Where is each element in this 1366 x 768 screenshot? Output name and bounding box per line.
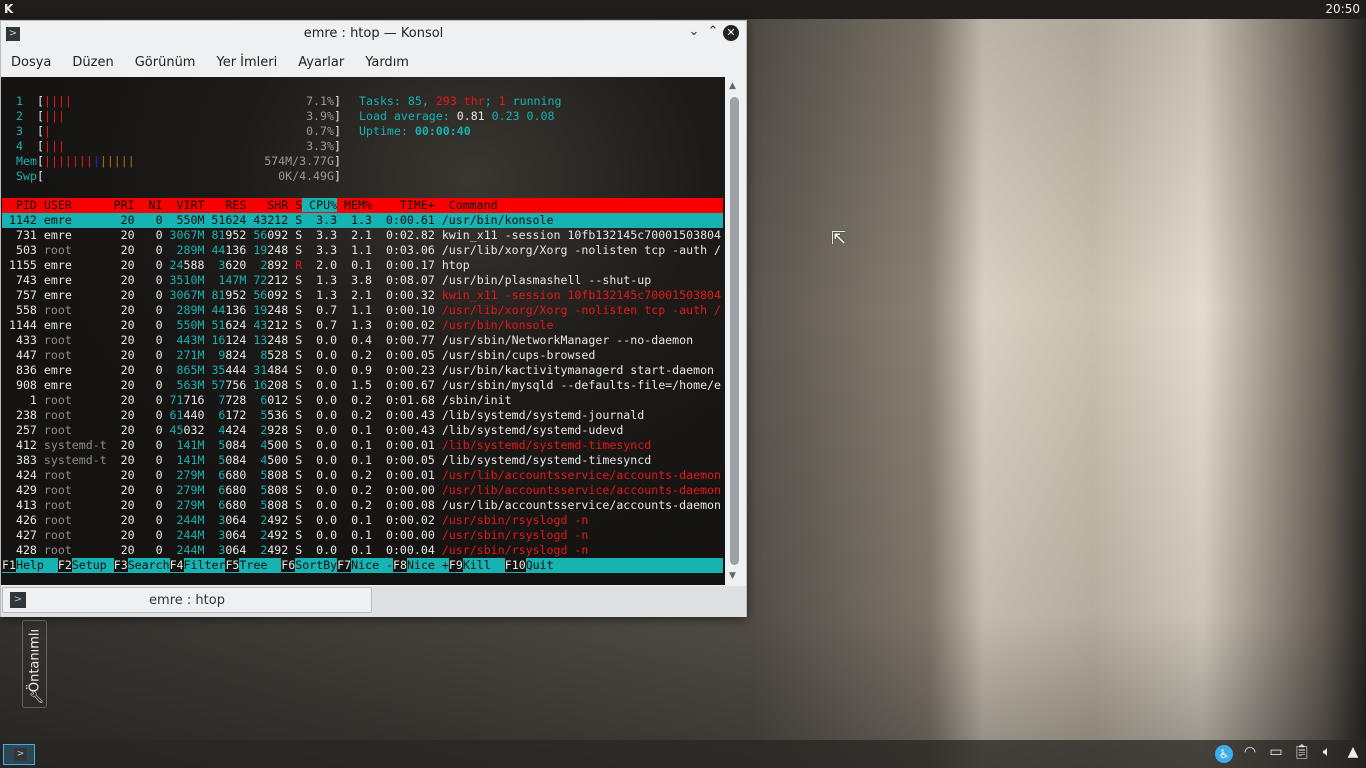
fkey-f6[interactable]: F6SortBy — [281, 558, 337, 572]
clipboard-icon[interactable]: 📋︎ — [1291, 744, 1313, 760]
scrollbar-thumb[interactable] — [730, 97, 739, 565]
minimize-icon[interactable]: ⌄ — [685, 24, 703, 39]
process-row[interactable]: 427 root 20 0 244M 3064 2492 S 0.0 0.1 0… — [2, 528, 723, 543]
maximize-icon[interactable]: ⌃ — [704, 24, 722, 39]
top-panel: K 20:50 — [0, 0, 1366, 19]
activity-label: Öntanımlı — [27, 628, 43, 693]
menu-dosya[interactable]: Dosya — [11, 55, 51, 70]
process-row[interactable]: 731 emre 20 0 3067M 81952 56092 S 3.3 2.… — [2, 228, 723, 243]
wifi-icon[interactable]: ◠ — [1239, 744, 1261, 760]
process-row[interactable]: 257 root 20 0 45032 4424 2928 S 0.0 0.1 … — [2, 423, 723, 438]
battery-icon[interactable]: ▭ — [1265, 744, 1287, 760]
process-row[interactable]: 1 root 20 0 71716 7728 6012 S 0.0 0.2 0:… — [2, 393, 723, 408]
process-row[interactable]: 429 root 20 0 279M 6680 5808 S 0.0 0.2 0… — [2, 483, 723, 498]
uptime-line: Uptime: 00:00:40 — [359, 124, 471, 138]
process-row[interactable]: 558 root 20 0 289M 44136 19248 S 0.7 1.1… — [2, 303, 723, 318]
wrench-icon[interactable]: 🔧︎ — [29, 690, 44, 704]
process-row[interactable]: 424 root 20 0 279M 6680 5808 S 0.0 0.2 0… — [2, 468, 723, 483]
fkey-f9[interactable]: F9Kill — [448, 558, 505, 572]
fkey-f3[interactable]: F3Search — [113, 558, 170, 572]
window-title: emre : htop — Konsol — [303, 26, 444, 41]
title-bar[interactable]: > emre : htop — Konsol ⌄ ⌃ ✕ — [1, 21, 746, 47]
load-average-line: Load average: 0.81 0.23 0.08 — [359, 109, 555, 123]
scroll-down-icon[interactable]: ▼ — [729, 571, 736, 581]
volume-icon[interactable]: 🔈︎ — [1316, 744, 1338, 760]
desktop-toolbox[interactable]: Öntanımlı 🔧︎ — [22, 620, 47, 708]
process-row[interactable]: 428 root 20 0 244M 3064 2492 S 0.0 0.1 0… — [2, 543, 723, 558]
process-row[interactable]: 1144 emre 20 0 550M 51624 43212 S 0.7 1.… — [2, 318, 723, 333]
konsole-window: > emre : htop — Konsol ⌄ ⌃ ✕ Dosya Düzen… — [0, 20, 747, 617]
process-row[interactable]: 757 emre 20 0 3067M 81952 56092 S 1.3 2.… — [2, 288, 723, 303]
fkey-f5[interactable]: F5Tree — [225, 558, 281, 572]
accessibility-icon[interactable]: ♿︎ — [1215, 745, 1233, 763]
column-header[interactable]: PID USER PRI NI VIRT RES SHR S CPU% MEM%… — [2, 198, 723, 213]
terminal-icon: > — [14, 748, 27, 761]
process-row[interactable]: 383 systemd-t 20 0 141M 5084 4500 S 0.0 … — [2, 453, 723, 468]
swap-meter: Swp[0K/4.49G] — [16, 169, 341, 183]
process-row[interactable]: 413 root 20 0 279M 6680 5808 S 0.0 0.2 0… — [2, 498, 723, 513]
cpu-meter-4: 4 [||| 3.3%] — [16, 139, 341, 153]
function-key-bar: F1Help F2Setup F3SearchF4FilterF5Tree F6… — [2, 558, 723, 573]
menu-yardim[interactable]: Yardım — [365, 55, 409, 70]
close-icon[interactable]: ✕ — [723, 25, 739, 41]
process-row[interactable]: 743 emre 20 0 3510M 147M 72212 S 1.3 3.8… — [2, 273, 723, 288]
process-row[interactable]: 447 root 20 0 271M 9824 8528 S 0.0 0.2 0… — [2, 348, 723, 363]
memory-meter: Mem [||||||||||||| 574M/3.77G] — [16, 154, 341, 168]
clock[interactable]: 20:50 — [1325, 2, 1360, 16]
fkey-f10[interactable]: F10Quit — [504, 558, 554, 572]
menu-bar: Dosya Düzen Görünüm Yer İmleri Ayarlar Y… — [1, 47, 746, 77]
terminal[interactable]: 1 [|||| 7.1%] 2 [||| 3.9%] 3 [| 0.7%] 4 [||| 3.3%] M… — [1, 77, 725, 585]
konsole-task-button[interactable]: > — [3, 744, 35, 765]
process-row[interactable]: 908 emre 20 0 563M 57756 16208 S 0.0 1.5… — [2, 378, 723, 393]
process-row[interactable]: 1155 emre 20 0 24588 3620 2892 R 2.0 0.1… — [2, 258, 723, 273]
process-row[interactable]: 433 root 20 0 443M 16124 13248 S 0.0 0.4… — [2, 333, 723, 348]
cpu-meter-1: 1 [|||| 7.1%] — [16, 94, 341, 108]
mouse-cursor-icon: ⇱ — [831, 228, 847, 249]
fkey-f1[interactable]: F1Help — [2, 558, 58, 572]
menu-yer-imleri[interactable]: Yer İmleri — [216, 55, 277, 70]
fkey-f2[interactable]: F2Setup — [57, 558, 114, 572]
kde-logo-icon[interactable]: K — [4, 2, 13, 16]
tab-emre-htop[interactable]: > emre : htop — [2, 587, 372, 613]
process-row[interactable]: 1142 emre 20 0 550M 51624 43212 S 3.3 1.… — [2, 213, 723, 228]
tab-bar: > emre : htop — [1, 586, 746, 617]
menu-duzen[interactable]: Düzen — [72, 55, 113, 70]
cpu-meter-3: 3 [| 0.7%] — [16, 124, 341, 138]
expand-tray-icon[interactable]: ▲ — [1342, 744, 1364, 760]
menu-ayarlar[interactable]: Ayarlar — [298, 55, 344, 70]
fkey-f4[interactable]: F4Filter — [169, 558, 225, 572]
tasks-line: Tasks: 85, 293 thr; 1 running — [359, 94, 562, 108]
tab-label: emre : htop — [149, 593, 225, 608]
scroll-up-icon[interactable]: ▲ — [729, 81, 736, 91]
process-row[interactable]: 238 root 20 0 61440 6172 5536 S 0.0 0.2 … — [2, 408, 723, 423]
fkey-f7[interactable]: F7Nice - — [337, 558, 393, 572]
menu-gorunum[interactable]: Görünüm — [135, 55, 196, 70]
process-row[interactable]: 426 root 20 0 244M 3064 2492 S 0.0 0.1 0… — [2, 513, 723, 528]
cpu-meter-2: 2 [||| 3.9%] — [16, 109, 341, 123]
fkey-f8[interactable]: F8Nice + — [393, 558, 449, 572]
scrollbar[interactable]: ▲ ▼ — [726, 77, 746, 585]
process-row[interactable]: 836 emre 20 0 865M 35444 31484 S 0.0 0.9… — [2, 363, 723, 378]
taskbar: > ♿︎ ◠ ▭ 📋︎ 🔈︎ ▲ — [0, 740, 1366, 768]
process-row[interactable]: 412 systemd-t 20 0 141M 5084 4500 S 0.0 … — [2, 438, 723, 453]
process-row[interactable]: 503 root 20 0 289M 44136 19248 S 3.3 1.1… — [2, 243, 723, 258]
